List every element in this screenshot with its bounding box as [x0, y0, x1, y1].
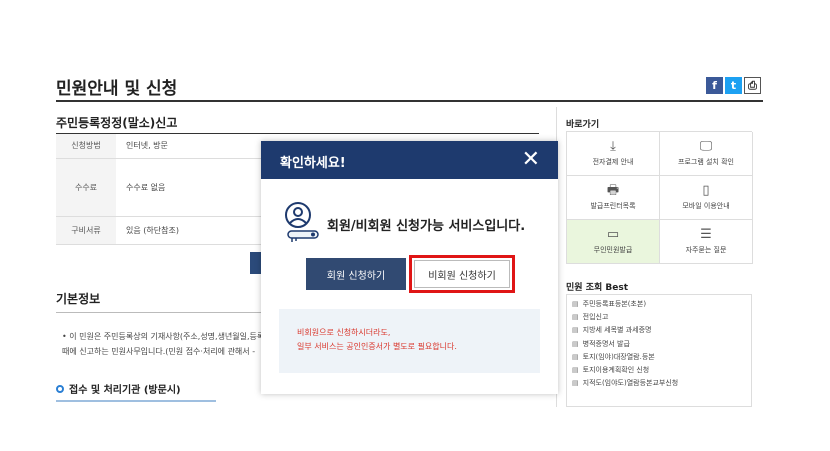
share-tools: f t ⎙: [706, 77, 761, 94]
quick-link-payment[interactable]: ⤓ 전자결제 안내: [567, 132, 660, 176]
list-item-label: 토지(임야)대장열람.등본: [582, 352, 655, 361]
nonmember-apply-button[interactable]: 비회원 신청하기: [414, 260, 510, 288]
basic-info-title: 기본정보: [56, 292, 101, 306]
quick-link-label: 프로그램 설치 확인: [678, 158, 734, 166]
quick-link-label: 자주묻는 질문: [685, 246, 727, 254]
list-item[interactable]: ▤ 병적증명서 발급: [572, 338, 746, 351]
download-icon: ⤓: [610, 139, 616, 154]
quick-link-faq[interactable]: ☰ 자주묻는 질문: [660, 220, 753, 264]
page-title: 민원안내 및 신청: [56, 79, 178, 99]
notice-line: 비회원으로 신청하시더라도,: [297, 328, 391, 337]
intake-title: 접수 및 처리기관 (방문시): [69, 385, 181, 396]
close-icon[interactable]: ✕: [522, 149, 540, 171]
faq-chat-icon: ☰: [700, 227, 712, 242]
list-item[interactable]: ▤ 전입신고: [572, 311, 746, 324]
list-item[interactable]: ▤ 토지(임야)대장열람.등본: [572, 351, 746, 364]
confirm-modal: 확인하세요! ✕ 회원/비회원 신청가능 서비스입니다. 회원 신청하기 비회원…: [261, 141, 558, 394]
document-icon: ▤: [572, 313, 579, 322]
row-label: 수수료: [56, 158, 116, 217]
document-icon: ▤: [572, 300, 579, 308]
modal-message: 회원/비회원 신청가능 서비스입니다.: [327, 219, 526, 234]
notice-line: 일부 서비스는 공인인증서가 별도로 필요합니다.: [297, 342, 457, 351]
document-icon: ▤: [572, 365, 579, 374]
intake-heading: 접수 및 처리기관 (방문시): [56, 381, 181, 396]
quick-links-title: 바로가기: [566, 120, 600, 130]
row-label: 신청방법: [56, 134, 116, 159]
print-icon[interactable]: ⎙: [744, 77, 761, 94]
quick-link-kiosk[interactable]: ▭ 무인민원발급: [567, 220, 660, 264]
list-item-label: 토지이용계획확인 신청: [582, 365, 650, 374]
list-item[interactable]: ▤ 지방세 세목별 과세증명: [572, 324, 746, 337]
quick-link-label: 모바일 이용안내: [682, 202, 730, 210]
best-list: ▤ 주민등록표등본(초본) ▤ 전입신고 ▤ 지방세 세목별 과세증명 ▤ 병적증명서 …: [566, 294, 752, 407]
intake-underline: [56, 400, 216, 402]
list-item[interactable]: ▤ 주민등록표등본(초본): [572, 298, 746, 311]
basic-line: 때에 신고하는 민원사무입니다.(민원 접수·처리에 관해서 -: [62, 347, 256, 356]
member-apply-button[interactable]: 회원 신청하기: [306, 258, 406, 290]
kiosk-icon: ▭: [606, 227, 620, 242]
basic-line: • 이 민원은 주민등록상의 기재사항(주소,성명,생년월일,등록기: [62, 332, 262, 341]
list-item-label: 전입신고: [582, 313, 609, 322]
modal-header: 확인하세요! ✕: [261, 141, 558, 179]
quick-link-label: 전자결제 안내: [592, 158, 634, 166]
quick-link-mobile[interactable]: ▯ 모바일 이용안내: [660, 176, 753, 220]
modal-notice: 비회원으로 신청하시더라도, 일부 서비스는 공인인증서가 별도로 필요합니다.: [279, 309, 540, 373]
bullet-circle-icon: [56, 384, 64, 393]
twitter-share-icon[interactable]: t: [725, 77, 742, 94]
best-list-title: 민원 조회 Best: [566, 283, 629, 293]
document-icon: ▤: [572, 379, 579, 388]
row-label: 구비서류: [56, 216, 116, 245]
user-key-icon: [285, 202, 319, 242]
quick-link-printers[interactable]: 🖶 발급프린터목록: [567, 176, 660, 220]
quick-link-program-check[interactable]: 🖵 프로그램 설치 확인: [660, 132, 753, 176]
list-item-label: 지적도(임야도)열람등본교부신청: [582, 379, 679, 388]
facebook-share-icon[interactable]: f: [706, 77, 723, 94]
document-icon: ▤: [572, 352, 579, 361]
list-item-label: 병적증명서 발급: [582, 339, 630, 348]
highlight-box: 비회원 신청하기: [409, 255, 515, 293]
list-item[interactable]: ▤ 토지이용계획확인 신청: [572, 364, 746, 377]
printer-icon: 🖶: [606, 183, 620, 198]
document-icon: ▤: [572, 339, 579, 348]
list-item[interactable]: ▤ 지적도(임야도)열람등본교부신청: [572, 377, 746, 390]
monitor-check-icon: 🖵: [699, 139, 713, 154]
document-icon: ▤: [572, 326, 579, 335]
list-item-label: 지방세 세목별 과세증명: [582, 326, 652, 335]
quick-links-grid: ⤓ 전자결제 안내 🖵 프로그램 설치 확인 🖶 발급프린터목록 ▯ 모바일 이…: [566, 131, 753, 264]
list-item-label: 주민등록표등본(초본): [582, 300, 647, 308]
title-divider: [56, 100, 763, 102]
quick-link-label: 발급프린터목록: [590, 202, 636, 210]
service-title: 주민등록정정(말소)신고: [56, 116, 178, 130]
quick-link-label: 무인민원발급: [593, 246, 633, 254]
modal-title: 확인하세요!: [280, 156, 346, 171]
basic-info-text: • 이 민원은 주민등록상의 기재사항(주소,성명,생년월일,등록기 때에 신고…: [62, 329, 262, 359]
mobile-icon: ▯: [702, 183, 710, 198]
